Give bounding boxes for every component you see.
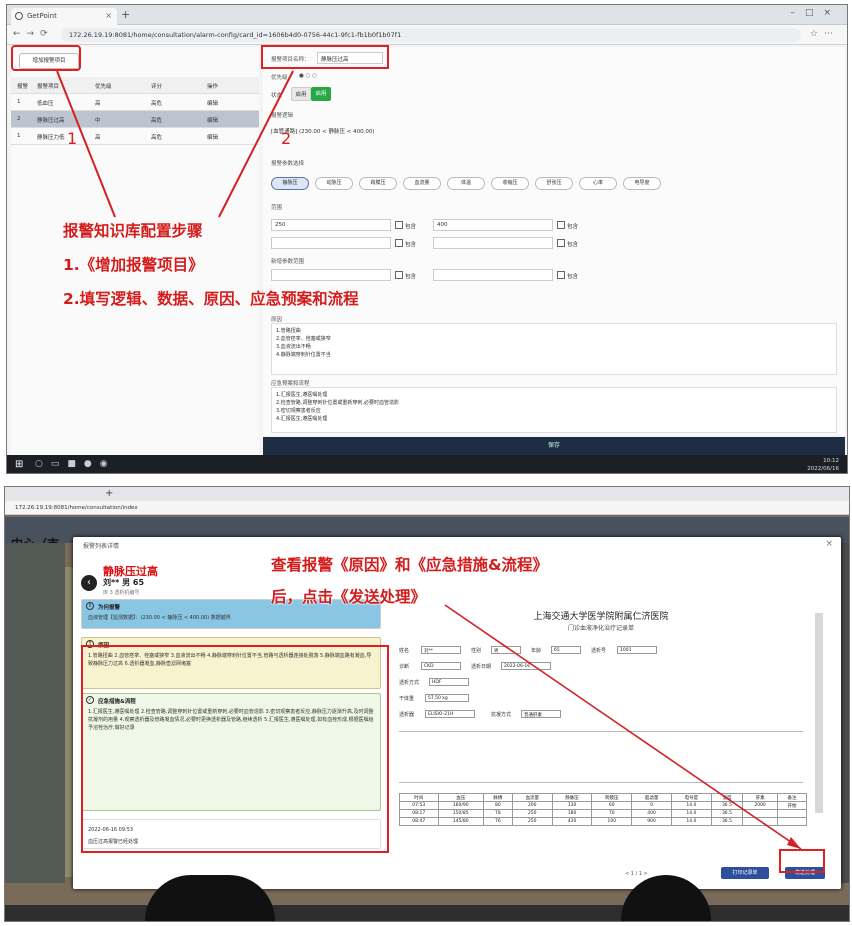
arrow-line-3 — [444, 604, 802, 850]
arrow-head — [787, 837, 801, 849]
annotation-bottom-2: 后，点击《发送处理》 — [271, 588, 427, 606]
annotation-step-2: 2.填写逻辑、数据、原因、应急预案和流程 — [63, 290, 359, 308]
arrow-line-2 — [218, 70, 294, 218]
annotation-step-1: 1.《增加报警项目》 — [63, 256, 204, 274]
annotation-title: 报警知识库配置步骤 — [63, 222, 203, 240]
annotation-bottom-1: 查看报警《原因》和《应急措施&流程》 — [271, 556, 549, 574]
arrow-line-1 — [56, 70, 116, 218]
top-screenshot: GetPoint × + –□× ←→⟳ 172.26.19.19:8081/h… — [6, 4, 848, 474]
bottom-screenshot: + 172.26.19.19:8081/home/consultation/in… — [4, 486, 850, 922]
